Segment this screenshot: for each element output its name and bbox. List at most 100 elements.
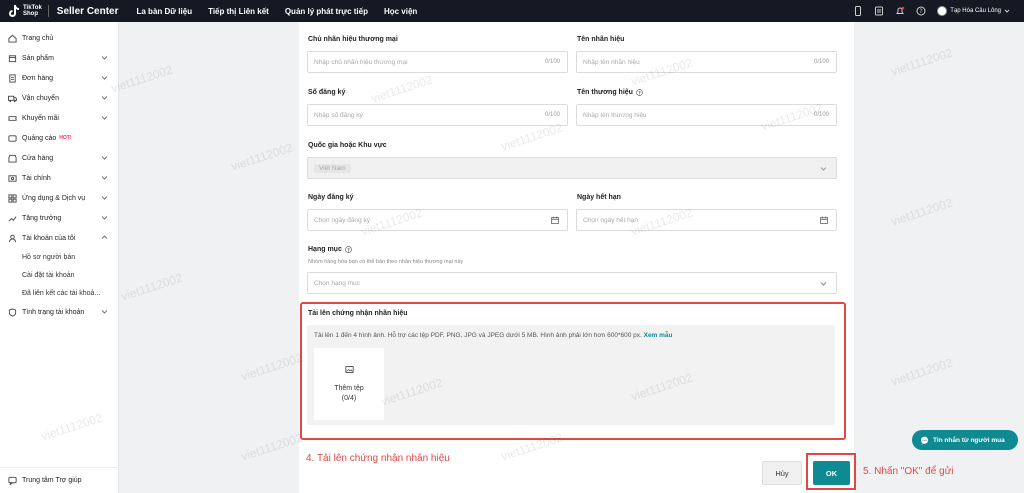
brand-name-char-count: 0/100 (813, 59, 829, 65)
chevron-down-icon (820, 167, 827, 171)
growth-icon (8, 215, 17, 222)
chevron-down-icon (101, 76, 108, 80)
country-select: Việt Nam (307, 157, 837, 179)
logo-text-shop: Shop (23, 11, 38, 17)
sidebar-item-label: Đơn hàng (22, 74, 54, 82)
sidebar-item-orders[interactable]: Đơn hàng (0, 68, 118, 88)
topnav-livestream[interactable]: Quản lý phát trực tiếp (285, 7, 368, 16)
sidebar-item-ads[interactable]: Quảng cáo HOT! (0, 128, 118, 148)
home-icon (8, 34, 17, 43)
chevron-down-icon (101, 310, 108, 314)
owner-label: Chủ nhãn hiệu thương mại (308, 36, 398, 43)
buyer-chat-button[interactable]: Tin nhắn từ người mua (912, 430, 1018, 450)
owner-char-count: 0/100 (544, 59, 560, 65)
phone-icon[interactable] (853, 6, 863, 16)
truck-icon (8, 95, 17, 102)
info-icon[interactable]: ? (636, 89, 643, 96)
help-icon[interactable]: ? (916, 6, 926, 16)
cancel-button[interactable]: Hủy (762, 461, 802, 485)
owner-input[interactable]: Nhập chủ nhãn hiệu thương mại 0/100 (307, 51, 568, 73)
sidebar-item-store[interactable]: Cửa hàng (0, 148, 118, 168)
sidebar-subitem-account-settings[interactable]: Cài đặt tài khoản (0, 266, 118, 284)
chat-icon (920, 436, 929, 445)
chevron-down-icon (101, 216, 108, 220)
tiktok-shop-logo[interactable]: TikTok Shop (8, 0, 42, 22)
trade-name-input[interactable]: Nhập tên thương hiệu 0/100 (576, 104, 837, 126)
chevron-down-icon (101, 176, 108, 180)
sidebar-subitem-linked-accounts[interactable]: Đã liên kết các tài khoả... (0, 284, 118, 302)
page-background-left (119, 22, 299, 493)
sidebar-item-label: Vận chuyển (22, 94, 59, 102)
sidebar-item-my-account[interactable]: Tài khoản của tôi (0, 228, 118, 248)
ok-button[interactable]: OK (813, 461, 850, 485)
brand-name-input[interactable]: Nhập tên nhãn hiệu 0/100 (576, 51, 837, 73)
sidebar-item-home[interactable]: Trang chủ (0, 28, 118, 48)
shop-name: Tạp Hóa Câu Lông (950, 8, 1001, 14)
sidebar-item-products[interactable]: Sản phẩm (0, 48, 118, 68)
page-background-right (854, 22, 1024, 493)
ads-icon (8, 134, 17, 142)
chat-label: Tin nhắn từ người mua (933, 436, 1005, 444)
ticket-icon (8, 115, 17, 121)
upload-area: Tải lên 1 đến 4 hình ảnh. Hỗ trợ các tệp… (307, 325, 835, 425)
sidebar-item-account-health[interactable]: Tình trạng tài khoản (0, 302, 118, 322)
category-label-row: Hạng mục ? (308, 246, 352, 253)
add-file-count: (0/4) (341, 394, 357, 402)
reg-date-placeholder: Chọn ngày đăng ký (314, 216, 371, 224)
category-label: Hạng mục (308, 246, 342, 253)
step5-annotation: 5. Nhấn "OK" để gửi (863, 466, 954, 477)
topnav-affiliate[interactable]: Tiếp thị Liên kết (208, 7, 269, 16)
document-icon[interactable] (874, 6, 884, 16)
upload-desc-text: Tải lên 1 đến 4 hình ảnh. Hỗ trợ các tệp… (314, 332, 642, 339)
country-label: Quốc gia hoặc Khu vực (308, 142, 387, 149)
info-icon[interactable]: ? (344, 246, 352, 253)
box-icon (8, 54, 17, 62)
trade-name-label: Tên thương hiệu (577, 89, 633, 96)
avatar (937, 6, 948, 16)
brand-name-label: Tên nhãn hiệu (577, 36, 625, 43)
sidebar-item-label: Tài khoản của tôi (22, 234, 76, 242)
shop-account-menu[interactable]: Tạp Hóa Câu Lông (937, 6, 1010, 16)
category-select[interactable]: Chọn hạng mục (307, 272, 837, 294)
sidebar-item-label: Cửa hàng (22, 154, 54, 162)
help-center-label: Trung tâm Trợ giúp (22, 477, 82, 484)
view-sample-link[interactable]: Xem mẫu (644, 332, 673, 339)
exp-date-label: Ngày hết hạn (577, 194, 621, 201)
svg-text:?: ? (347, 247, 350, 253)
sidebar-item-label: Trang chủ (22, 34, 54, 42)
sidebar-item-growth[interactable]: Tăng trưởng (0, 208, 118, 228)
owner-placeholder: Nhập chủ nhãn hiệu thương mại (314, 58, 408, 66)
sidebar-item-label: Khuyến mãi (22, 114, 59, 122)
exp-date-placeholder: Chọn ngày hết hạn (583, 216, 638, 224)
image-icon (344, 365, 354, 373)
reg-no-input[interactable]: Nhập số đăng ký 0/100 (307, 104, 568, 126)
bell-icon[interactable] (895, 6, 905, 16)
exp-date-picker[interactable]: Chọn ngày hết hạn (576, 209, 837, 231)
chevron-up-icon (101, 235, 108, 239)
sidebar: Trang chủ Sản phẩm Đơn hàng Vận chuyển K… (0, 22, 119, 493)
reg-date-label: Ngày đăng ký (308, 194, 354, 201)
apps-icon (8, 193, 17, 203)
topnav-academy[interactable]: Học viện (384, 7, 417, 16)
svg-text:?: ? (638, 90, 641, 96)
reg-date-picker[interactable]: Chọn ngày đăng ký (307, 209, 568, 231)
trade-name-char-count: 0/100 (813, 112, 829, 118)
sidebar-item-finance[interactable]: Tài chính (0, 168, 118, 188)
country-value: Việt Nam (314, 163, 351, 173)
help-center-icon (8, 476, 17, 485)
reg-no-char-count: 0/100 (544, 112, 560, 118)
order-icon (9, 73, 16, 83)
app-title: Seller Center (56, 5, 119, 17)
sidebar-item-apps[interactable]: Ứng dụng & Dịch vụ (0, 188, 118, 208)
upload-title: Tải lên chứng nhận nhãn hiệu (308, 310, 408, 317)
sidebar-item-label: Sản phẩm (22, 54, 54, 62)
help-center-link[interactable]: Trung tâm Trợ giúp (0, 467, 119, 493)
sidebar-item-shipping[interactable]: Vận chuyển (0, 88, 118, 108)
topnav-data-compass[interactable]: La bàn Dữ liệu (137, 7, 193, 16)
step4-annotation: 4. Tải lên chứng nhận nhãn hiệu (306, 453, 450, 464)
sidebar-item-promotions[interactable]: Khuyến mãi (0, 108, 118, 128)
sidebar-subitem-seller-profile[interactable]: Hồ sơ người bán (0, 248, 118, 266)
add-file-button[interactable]: Thêm tệp (0/4) (314, 348, 384, 420)
chevron-down-icon (820, 282, 827, 286)
upload-description: Tải lên 1 đến 4 hình ảnh. Hỗ trợ các tệp… (314, 332, 673, 339)
